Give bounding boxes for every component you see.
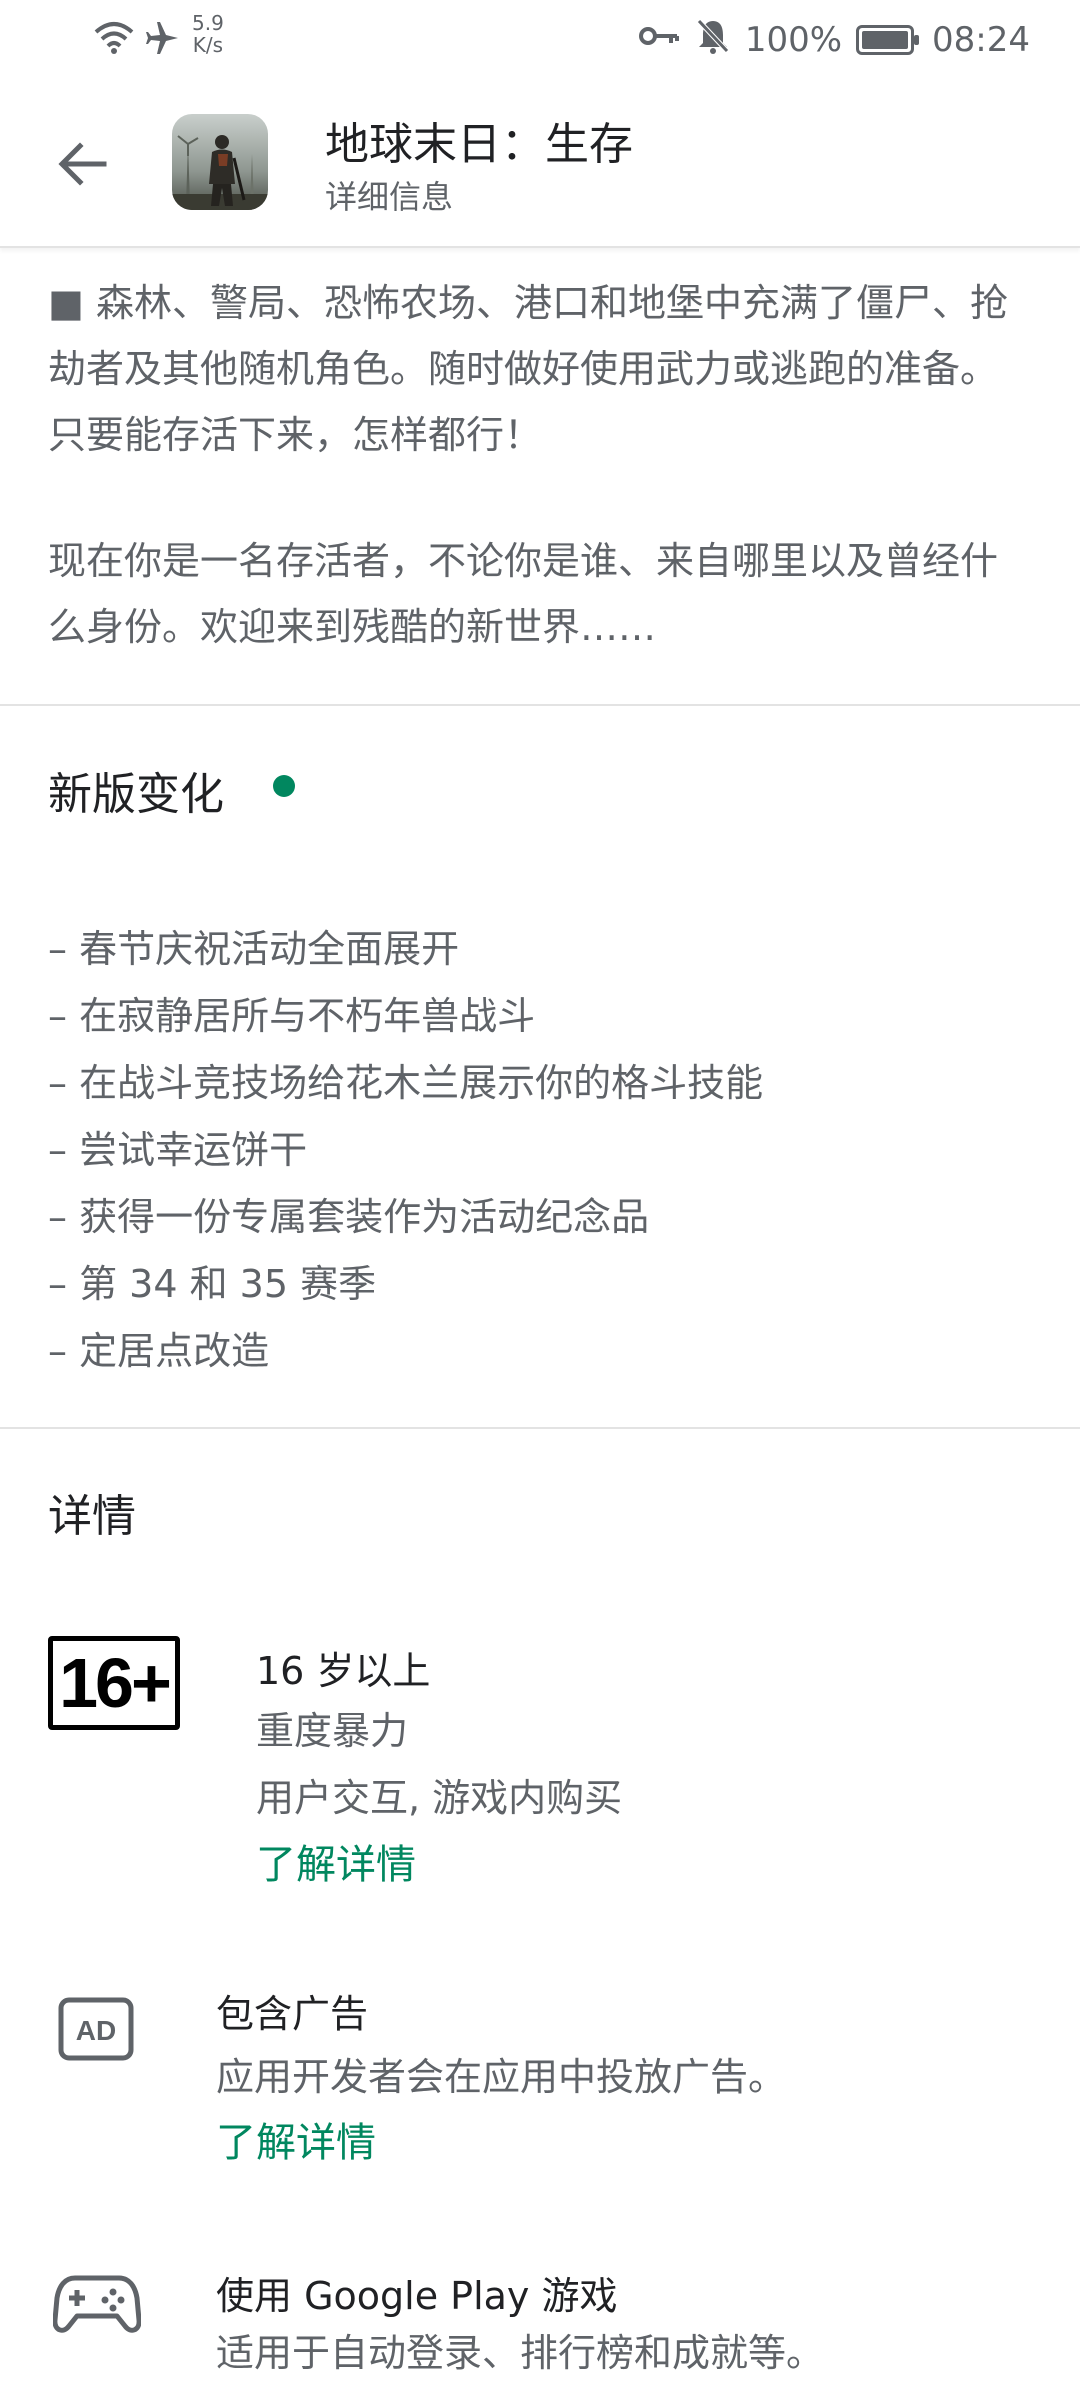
description-paragraph-2: 现在你是一名存活者，不论你是谁、来自哪里以及曾经什么身份。欢迎来到残酷的新世界…… [48,539,999,649]
back-button[interactable] [46,128,118,200]
rating-learn-more-link[interactable]: 了解详情 [256,1832,416,1890]
speed-unit: K/s [192,33,224,57]
rating-elements: 用户交互, 游戏内购买 [256,1776,623,1820]
divider [0,704,1080,706]
network-speed: 5.9 K/s [192,12,224,56]
app-bar: 地球末日：生存 详细信息 [0,80,1080,248]
status-bar: 5.9 K/s 100% 08:24 [0,0,1080,80]
new-indicator-dot [273,775,295,797]
whats-new-list: – 春节庆祝活动全面展开 – 在寂静居所与不朽年兽战斗 – 在战斗竞技场给花木兰… [48,916,763,1385]
arrow-back-icon [58,142,107,186]
list-item: – 定居点改造 [48,1329,270,1373]
vpn-key-icon [637,20,681,60]
whats-new-title: 新版变化 [48,769,224,820]
wifi-icon [92,20,136,60]
airplane-icon [142,18,182,62]
play-games-description: 适用于自动登录、排行榜和成就等。 [216,2331,825,2375]
ads-description: 应用开发者会在应用中投放广告。 [216,2055,787,2099]
status-left [92,14,182,66]
ads-learn-more-link[interactable]: 了解详情 [216,2110,376,2168]
clock: 08:24 [932,20,1030,60]
battery-percent: 100% [744,20,843,60]
status-right: 100% 08:24 [623,16,1030,64]
speed-value: 5.9 [192,11,224,35]
battery-icon [856,25,920,55]
page-subtitle: 详细信息 [325,178,454,216]
app-description: ■ 森林、警局、恐怖农场、港口和地堡中充满了僵尸、抢劫者及其他随机角色。随时做好… [48,270,1033,660]
rating-descriptor: 重度暴力 [256,1709,409,1753]
ads-title: 包含广告 [216,1992,369,2036]
gamepad-icon [52,2268,142,2338]
play-games-title: 使用 Google Play 游戏 [216,2274,618,2318]
svg-text:AD: AD [76,2015,116,2046]
details-title: 详情 [48,1491,136,1542]
list-item: – 尝试幸运饼干 [48,1128,308,1172]
mute-bell-icon [695,17,731,64]
divider [0,1427,1080,1429]
list-item: – 获得一份专属套装作为活动纪念品 [48,1195,650,1239]
ad-icon: AD [56,1994,136,2064]
description-paragraph-1: ■ 森林、警局、恐怖农场、港口和地堡中充满了僵尸、抢劫者及其他随机角色。随时做好… [48,281,1008,457]
age-rating-title: 16 岁以上 [256,1649,431,1693]
list-item: – 在战斗竞技场给花木兰展示你的格斗技能 [48,1061,764,1105]
app-icon [172,114,268,210]
list-item: – 在寂静居所与不朽年兽战斗 [48,994,536,1038]
page-title: 地球末日：生存 [325,119,633,170]
list-item: – 第 34 和 35 赛季 [48,1262,377,1306]
age-rating-badge: 16+ [48,1636,180,1730]
list-item: – 春节庆祝活动全面展开 [48,927,460,971]
